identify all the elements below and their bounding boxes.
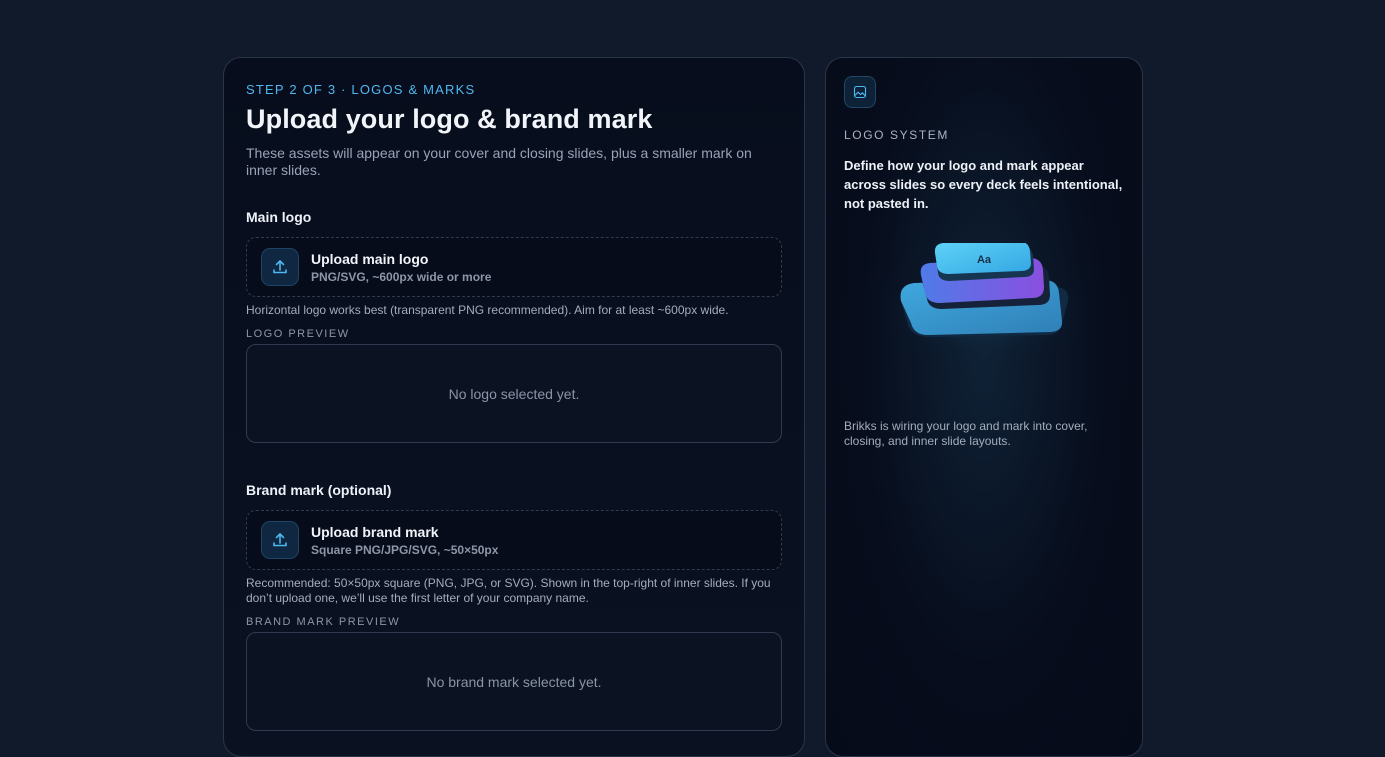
main-logo-title: Main logo (246, 209, 312, 225)
page-title: Upload your logo & brand mark (246, 104, 653, 134)
page-subtitle: These assets will appear on your cover a… (246, 145, 752, 178)
upload-main-logo-hint: PNG/SVG, ~600px wide or more (311, 269, 492, 284)
upload-brand-mark-button[interactable]: Upload brand mark Square PNG/JPG/SVG, ~5… (246, 510, 782, 570)
logo-preview-empty-text: No logo selected yet. (448, 385, 580, 402)
image-icon (844, 76, 876, 108)
panel-status-text: Brikks is wiring your logo and mark into… (844, 419, 1088, 448)
illustration-aa-text: Aa (977, 254, 992, 266)
upload-icon (261, 521, 299, 559)
step-indicator: STEP 2 OF 3 · LOGOS & MARKS (246, 82, 476, 97)
stacked-layers-illustration: Aa (844, 241, 1124, 403)
logo-preview: No logo selected yet. (246, 344, 782, 443)
main-logo-section: Main logo Upload main logo PNG/SVG, ~600… (246, 209, 782, 443)
upload-brand-mark-label: Upload brand mark (311, 523, 439, 540)
main-logo-help: Horizontal logo works best (transparent … (246, 303, 729, 317)
upload-brand-mark-hint: Square PNG/JPG/SVG, ~50×50px (311, 542, 499, 557)
panel-eyebrow: LOGO SYSTEM (844, 128, 949, 142)
brand-mark-section: Brand mark (optional) Upload brand mark … (246, 482, 782, 731)
logo-preview-label: LOGO PREVIEW (246, 328, 350, 340)
brand-mark-title: Brand mark (optional) (246, 482, 392, 498)
upload-icon (261, 248, 299, 286)
brand-mark-preview-label: BRAND MARK PREVIEW (246, 616, 401, 628)
upload-main-logo-label: Upload main logo (311, 250, 429, 267)
logo-system-panel: LOGO SYSTEM Define how your logo and mar… (825, 57, 1143, 757)
brand-mark-preview: No brand mark selected yet. (246, 632, 782, 731)
upload-card: STEP 2 OF 3 · LOGOS & MARKS Upload your … (223, 57, 805, 757)
brand-mark-preview-empty-text: No brand mark selected yet. (426, 673, 602, 690)
brand-mark-help: Recommended: 50×50px square (PNG, JPG, o… (246, 576, 771, 605)
upload-main-logo-button[interactable]: Upload main logo PNG/SVG, ~600px wide or… (246, 237, 782, 297)
panel-description: Define how your logo and mark appear acr… (844, 158, 1123, 211)
